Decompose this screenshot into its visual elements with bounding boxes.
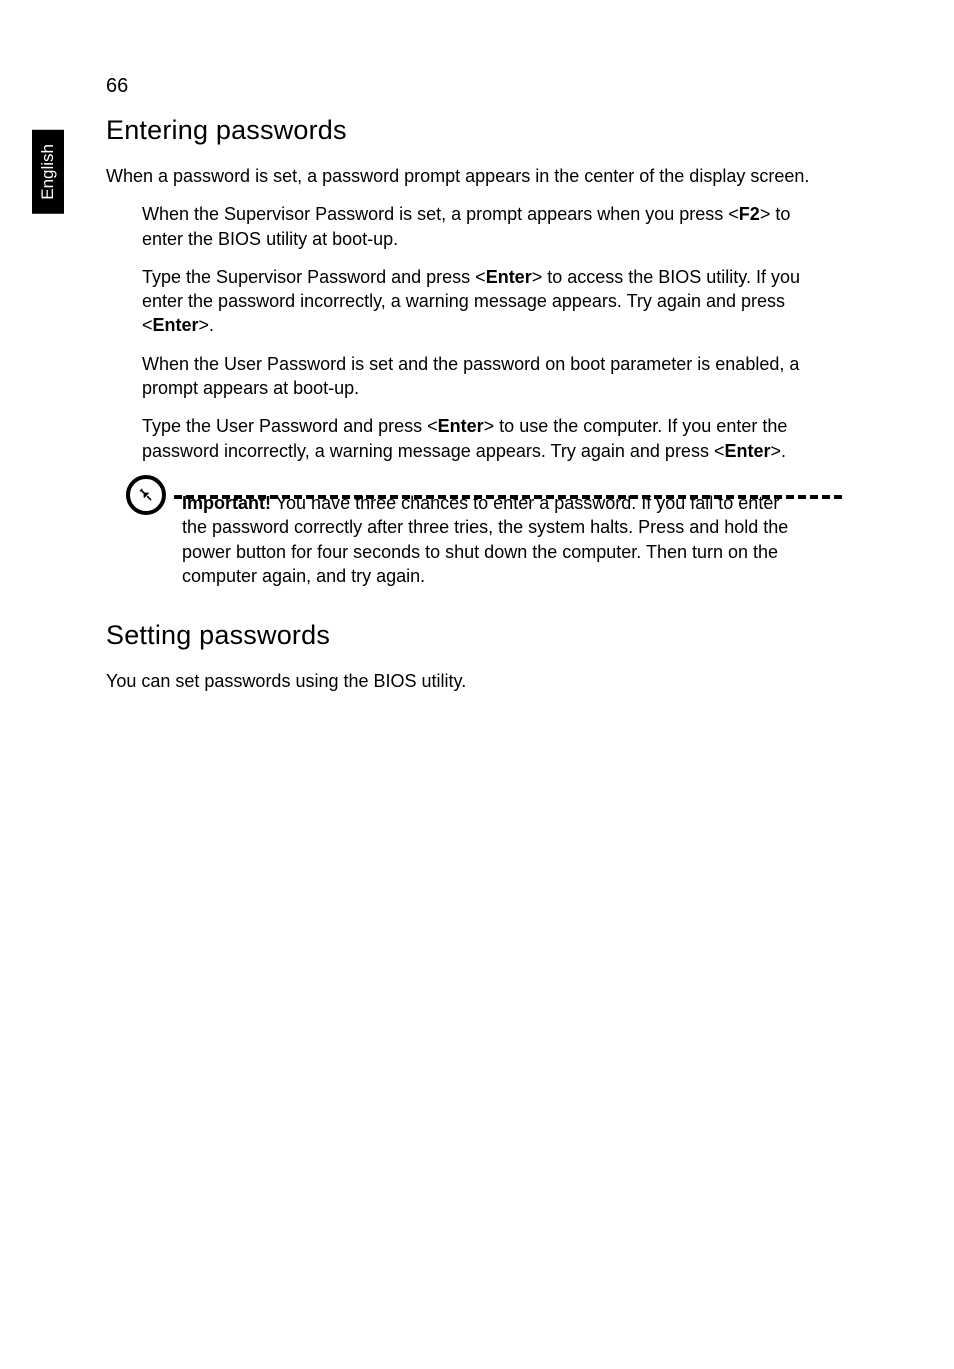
text-span: When the Supervisor Password is set, a p… — [142, 204, 739, 224]
note-body: You have three chances to enter a passwo… — [182, 493, 788, 586]
text-span: Type the Supervisor Password and press < — [142, 267, 486, 287]
list-item: Type the User Password and press <Enter>… — [142, 414, 836, 463]
key-f2: F2 — [739, 204, 760, 224]
text-span: >. — [199, 315, 215, 335]
heading-entering-passwords: Entering passwords — [106, 115, 836, 146]
intro-paragraph: When a password is set, a password promp… — [106, 164, 836, 188]
instruction-list: When the Supervisor Password is set, a p… — [106, 202, 836, 463]
pin-icon — [126, 475, 166, 515]
page-content: Entering passwords When a password is se… — [106, 115, 836, 707]
text-span: When the User Password is set and the pa… — [142, 354, 799, 398]
important-note: Important! You have three chances to ent… — [106, 491, 836, 588]
text-span: Type the User Password and press < — [142, 416, 438, 436]
section-setting-passwords: Setting passwords You can set passwords … — [106, 620, 836, 693]
divider-dashed — [174, 495, 842, 499]
list-item: When the Supervisor Password is set, a p… — [142, 202, 836, 251]
key-enter: Enter — [724, 441, 770, 461]
key-enter: Enter — [486, 267, 532, 287]
language-tab: English — [32, 130, 64, 214]
heading-setting-passwords: Setting passwords — [106, 620, 836, 651]
note-text: Important! You have three chances to ent… — [182, 491, 836, 588]
list-item: Type the Supervisor Password and press <… — [142, 265, 836, 338]
text-span: >. — [770, 441, 786, 461]
key-enter: Enter — [438, 416, 484, 436]
key-enter: Enter — [153, 315, 199, 335]
page-number: 66 — [106, 75, 128, 98]
body-setting-passwords: You can set passwords using the BIOS uti… — [106, 669, 836, 693]
list-item: When the User Password is set and the pa… — [142, 352, 836, 401]
